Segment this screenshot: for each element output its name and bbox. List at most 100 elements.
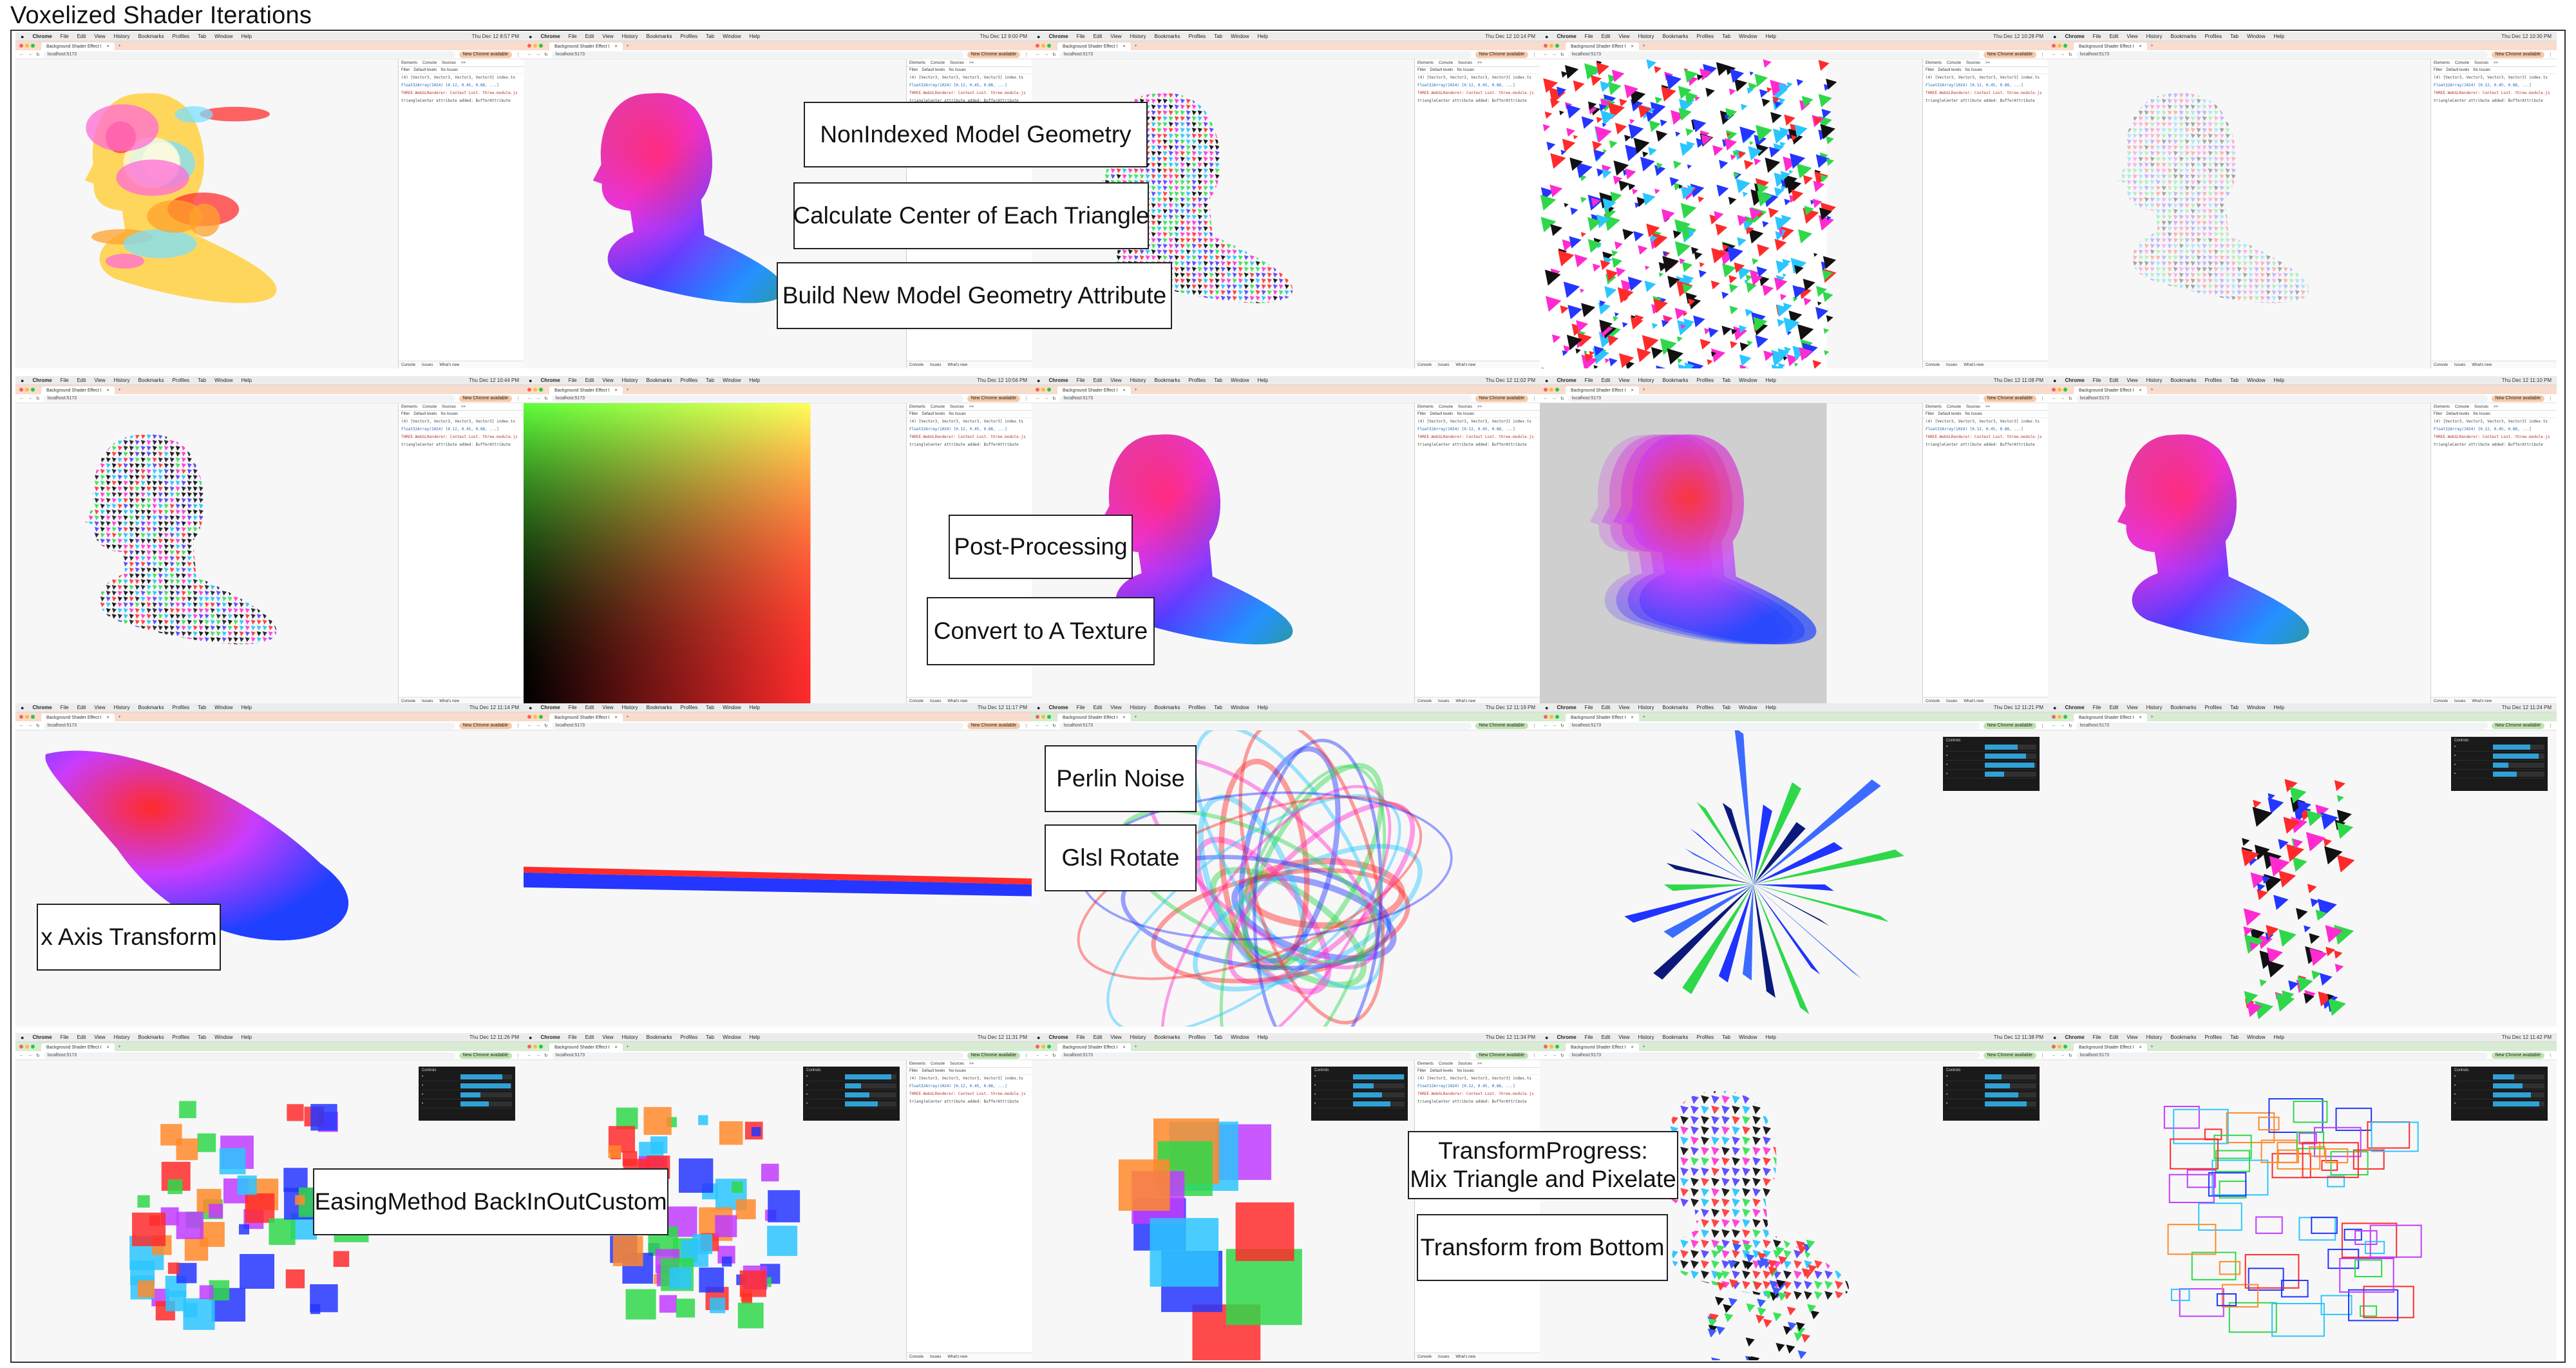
update-badge[interactable]: New Chrome available	[967, 1052, 1020, 1059]
controls-slider[interactable]	[1353, 1083, 1405, 1088]
menu-item[interactable]: Chrome	[1557, 705, 1576, 710]
devtools-tab[interactable]: Console	[931, 61, 945, 65]
drawer-tab[interactable]: Console	[1417, 363, 1432, 367]
controls-slider[interactable]	[1985, 1101, 2036, 1107]
apple-icon[interactable]: ●	[529, 705, 532, 711]
browser-tab[interactable]: Background Shader Effect I ×	[549, 43, 623, 50]
forward-icon[interactable]: →	[2060, 52, 2065, 57]
menu-item[interactable]: Edit	[1094, 377, 1103, 383]
apple-icon[interactable]: ●	[21, 33, 24, 40]
controls-slider[interactable]	[845, 1092, 896, 1097]
filter-field[interactable]: Filter	[1417, 1069, 1426, 1073]
forward-icon[interactable]: →	[536, 723, 540, 728]
more-menu-icon[interactable]: ⋮	[1532, 396, 1537, 401]
console-log-line[interactable]: THREE.WebGLRenderer: Context Lost. three…	[399, 90, 524, 97]
close-tab-icon[interactable]: ×	[1631, 44, 1633, 49]
back-icon[interactable]: ←	[19, 1053, 24, 1058]
new-tab-icon[interactable]: +	[118, 388, 121, 392]
menu-item[interactable]: Bookmarks	[2170, 705, 2196, 710]
menu-item[interactable]: Edit	[2110, 33, 2119, 39]
devtools-tab[interactable]: Elements	[1417, 1062, 1434, 1066]
close-window-button[interactable]	[1036, 388, 1039, 392]
menu-item[interactable]: Bookmarks	[646, 377, 672, 383]
reload-icon[interactable]: ↻	[1052, 723, 1056, 728]
drawer-tab[interactable]: Issues	[1438, 363, 1449, 367]
close-tab-icon[interactable]: ×	[106, 44, 109, 49]
reload-icon[interactable]: ↻	[1560, 723, 1564, 728]
apple-icon[interactable]: ●	[2053, 33, 2056, 40]
more-menu-icon[interactable]: ⋮	[2040, 52, 2045, 57]
menu-item[interactable]: Help	[242, 33, 252, 39]
more-menu-icon[interactable]: ⋮	[516, 723, 520, 728]
filter-field[interactable]: Filter	[909, 68, 918, 72]
more-menu-icon[interactable]: ⋮	[2548, 396, 2553, 401]
zoom-window-button[interactable]	[539, 44, 543, 48]
close-tab-icon[interactable]: ×	[2139, 716, 2141, 720]
zoom-window-button[interactable]	[2063, 44, 2067, 48]
close-window-button[interactable]	[2052, 1045, 2056, 1049]
menu-item[interactable]: Help	[2274, 33, 2284, 39]
controls-slider[interactable]	[2493, 753, 2544, 759]
controls-slider[interactable]	[2493, 771, 2544, 777]
menu-item[interactable]: History	[622, 1034, 638, 1040]
menu-item[interactable]: Bookmarks	[2170, 33, 2196, 39]
menu-item[interactable]: Window	[214, 33, 232, 39]
forward-icon[interactable]: →	[536, 1053, 540, 1058]
reload-icon[interactable]: ↻	[2069, 723, 2072, 728]
url-field[interactable]: localhost:5173	[2076, 51, 2488, 58]
new-tab-icon[interactable]: +	[2151, 44, 2154, 48]
zoom-window-button[interactable]	[31, 1045, 35, 1049]
devtools-tab[interactable]: >>	[2494, 405, 2498, 409]
apple-icon[interactable]: ●	[1545, 705, 1548, 711]
minimize-window-button[interactable]	[2058, 1045, 2061, 1049]
update-badge[interactable]: New Chrome available	[967, 395, 1020, 402]
forward-icon[interactable]: →	[536, 52, 540, 57]
menu-item[interactable]: Edit	[1602, 1034, 1611, 1040]
menu-item[interactable]: Bookmarks	[1154, 377, 1180, 383]
back-icon[interactable]: ←	[527, 1053, 532, 1058]
menu-item[interactable]: History	[1130, 377, 1146, 383]
menu-item[interactable]: View	[602, 705, 613, 710]
controls-panel[interactable]: Controls • • • •	[419, 1067, 515, 1121]
forward-icon[interactable]: →	[1044, 723, 1048, 728]
drawer-tab[interactable]: What's new	[1455, 699, 1475, 703]
controls-slider[interactable]	[1985, 762, 2036, 768]
drawer-tab[interactable]: What's new	[1964, 699, 1984, 703]
more-menu-icon[interactable]: ⋮	[2548, 52, 2553, 57]
drawer-tab[interactable]: What's new	[439, 363, 459, 367]
new-tab-icon[interactable]: +	[1135, 715, 1137, 719]
close-window-button[interactable]	[1544, 388, 1548, 392]
minimize-window-button[interactable]	[533, 44, 537, 48]
menu-item[interactable]: Chrome	[2065, 33, 2084, 39]
url-field[interactable]: localhost:5173	[1059, 395, 1472, 402]
menu-item[interactable]: Help	[1766, 705, 1776, 710]
new-tab-icon[interactable]: +	[2151, 1045, 2154, 1049]
menu-item[interactable]: Tab	[198, 1034, 206, 1040]
drawer-tab[interactable]: Console	[909, 363, 923, 367]
menu-item[interactable]: Chrome	[540, 705, 560, 710]
menu-item[interactable]: Tab	[706, 1034, 714, 1040]
back-icon[interactable]: ←	[527, 52, 532, 57]
filter-field[interactable]: Filter	[2434, 412, 2442, 416]
url-field[interactable]: localhost:5173	[1059, 1052, 1472, 1059]
menu-item[interactable]: Chrome	[1048, 33, 1068, 39]
menu-item[interactable]: View	[602, 1034, 613, 1040]
controls-slider[interactable]	[1353, 1074, 1405, 1079]
new-tab-icon[interactable]: +	[118, 44, 121, 48]
menu-item[interactable]: Bookmarks	[138, 33, 164, 39]
minimize-window-button[interactable]	[533, 388, 537, 392]
menu-item[interactable]: File	[2093, 33, 2101, 39]
new-tab-icon[interactable]: +	[1135, 1045, 1137, 1049]
console-log-line[interactable]: (4) [Vector3, Vector3, Vector3, Vector3]…	[1415, 418, 1540, 426]
close-window-button[interactable]	[2052, 44, 2056, 48]
devtools-tab[interactable]: Sources	[1458, 1062, 1472, 1066]
menu-item[interactable]: History	[622, 377, 638, 383]
more-menu-icon[interactable]: ⋮	[1024, 1053, 1028, 1058]
controls-slider[interactable]	[2493, 1092, 2544, 1097]
menu-item[interactable]: Help	[750, 705, 760, 710]
devtools-tab[interactable]: Sources	[2474, 61, 2488, 65]
menu-item[interactable]: Tab	[2230, 705, 2239, 710]
devtools-tab[interactable]: Console	[2455, 61, 2469, 65]
drawer-tab[interactable]: What's new	[1455, 363, 1475, 367]
apple-icon[interactable]: ●	[1037, 33, 1040, 40]
